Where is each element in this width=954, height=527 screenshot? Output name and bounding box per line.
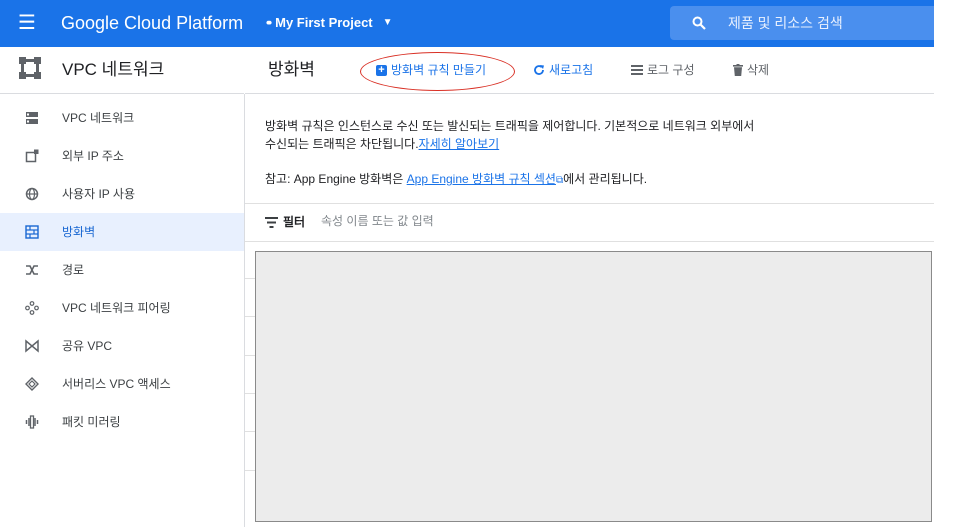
app-engine-firewall-link[interactable]: App Engine 방화벽 규칙 섹션: [407, 172, 556, 186]
app-engine-note: 참고: App Engine 방화벽은 App Engine 방화벽 규칙 섹션…: [265, 172, 905, 188]
sidebar-item-packet-mirroring[interactable]: 패킷 미러링: [0, 403, 244, 441]
sidebar-item-vpc-peering[interactable]: VPC 네트워크 피어링: [0, 289, 244, 327]
note-suffix: 에서 관리됩니다.: [563, 172, 648, 186]
sidebar-item-label: 사용자 IP 사용: [62, 187, 135, 201]
brand-title[interactable]: Google Cloud Platform: [61, 12, 243, 34]
description-text: 방화벽 규칙은 인스턴스로 수신 또는 발신되는 트래픽을 제어합니다. 기본적…: [265, 119, 755, 151]
sidebar-item-vpc-network[interactable]: VPC 네트워크: [0, 99, 244, 137]
serverless-icon: [25, 377, 39, 391]
delete-button[interactable]: 삭제: [733, 63, 769, 77]
vpc-network-icon: [26, 112, 38, 124]
sidebar-item-label: 경로: [62, 263, 85, 277]
sidebar-item-routes[interactable]: 경로: [0, 251, 244, 289]
create-label: 방화벽 규칙 만들기: [391, 63, 486, 77]
sidebar-item-label: VPC 네트워크 피어링: [62, 301, 171, 315]
redacted-firewall-table: [255, 251, 932, 522]
project-name: My First Project: [275, 15, 373, 30]
page-header: 방화벽 + 방화벽 규칙 만들기 새로고침 로그 구성 삭제: [245, 47, 934, 94]
sidebar-item-label: 방화벽: [62, 225, 96, 239]
sidebar-item-serverless-vpc[interactable]: 서버리스 VPC 액세스: [0, 365, 244, 403]
top-app-bar: ☰ Google Cloud Platform •• My First Proj…: [0, 0, 934, 47]
sidebar-item-firewall[interactable]: 방화벽: [0, 213, 244, 251]
external-ip-icon: [25, 149, 39, 163]
sidebar-item-custom-ip[interactable]: 사용자 IP 사용: [0, 175, 244, 213]
trash-icon: [733, 64, 743, 76]
sidebar-item-label: 패킷 미러링: [62, 415, 121, 429]
filter-icon: [265, 217, 278, 228]
firewall-description: 방화벽 규칙은 인스턴스로 수신 또는 발신되는 트래픽을 제어합니다. 기본적…: [265, 117, 755, 153]
routes-icon: [26, 265, 38, 275]
firewall-icon: [25, 225, 39, 239]
chevron-down-icon: ▼: [382, 17, 393, 28]
learn-more-link[interactable]: 자세히 알아보기: [419, 137, 500, 151]
filter-label: 필터: [283, 215, 306, 229]
search-input[interactable]: [726, 14, 920, 32]
sidebar-header: VPC 네트워크: [0, 47, 244, 94]
refresh-icon: [534, 65, 544, 75]
create-firewall-rule-button[interactable]: + 방화벽 규칙 만들기: [376, 63, 486, 77]
menu-icon[interactable]: ☰: [18, 12, 36, 34]
refresh-label: 새로고침: [549, 63, 594, 77]
sidebar-item-label: 외부 IP 주소: [62, 149, 124, 163]
sidebar-item-external-ip[interactable]: 외부 IP 주소: [0, 137, 244, 175]
sidebar-item-label: 서버리스 VPC 액세스: [62, 377, 171, 391]
globe-icon: [25, 187, 39, 201]
filter-bar: 필터: [245, 203, 934, 242]
search-bar[interactable]: [670, 6, 934, 40]
filter-input[interactable]: [319, 213, 623, 229]
shared-vpc-icon: [25, 339, 39, 353]
list-icon: [631, 65, 643, 75]
vpc-network-logo-icon: [19, 57, 41, 79]
project-icon: ••: [266, 15, 272, 30]
sidebar-item-shared-vpc[interactable]: 공유 VPC: [0, 327, 244, 365]
page-title: 방화벽: [268, 60, 315, 79]
add-box-icon: +: [376, 64, 387, 76]
logs-config-button[interactable]: 로그 구성: [631, 63, 695, 77]
logs-label: 로그 구성: [647, 63, 695, 77]
sidebar-item-label: VPC 네트워크: [62, 111, 135, 125]
sidebar-title: VPC 네트워크: [62, 60, 165, 79]
sidebar-item-label: 공유 VPC: [62, 339, 113, 353]
delete-label: 삭제: [747, 63, 770, 77]
sidebar-nav: VPC 네트워크 외부 IP 주소 사용자 IP 사용 방화벽 경로 VPC 네…: [0, 94, 245, 527]
search-icon: [692, 16, 706, 30]
peering-icon: [25, 301, 39, 315]
project-selector[interactable]: •• My First Project ▼: [266, 15, 393, 31]
refresh-button[interactable]: 새로고침: [533, 63, 593, 77]
note-prefix: 참고: App Engine 방화벽은: [265, 172, 407, 186]
packet-mirroring-icon: [25, 415, 39, 429]
